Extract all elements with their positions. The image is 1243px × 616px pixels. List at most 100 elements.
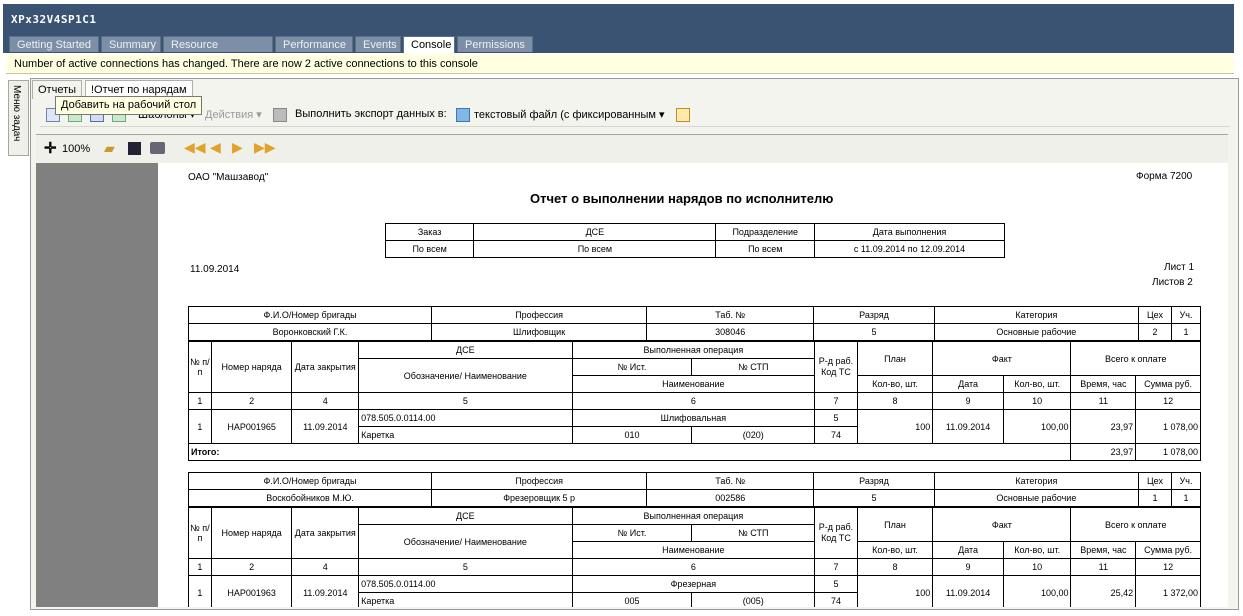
tab-summary[interactable]: Summary	[101, 36, 161, 52]
worker-tab-number: 002586	[646, 489, 815, 507]
col-closed: Дата закрытия	[291, 507, 360, 559]
run-export-icon[interactable]	[676, 108, 690, 122]
total-label: Итого:	[187, 443, 1072, 461]
viewer-toolbar: ✛ 100% ▰ ◀◀ ◀ ▶ ▶▶	[36, 134, 1228, 164]
total-time: 23,97	[1070, 443, 1137, 461]
header-rank: Разряд	[813, 306, 935, 324]
col-fact: Факт	[932, 341, 1072, 376]
col-index: 7	[814, 392, 858, 410]
row-dse-name: Каретка	[358, 592, 573, 607]
export-label: Выполнить экспорт данных в:	[295, 108, 447, 120]
filter-header: ДСЕ	[473, 223, 717, 241]
worker-rank: 5	[813, 323, 935, 341]
row-rank: 5	[814, 575, 858, 593]
col-index: 1	[188, 558, 212, 576]
filter-header: Подразделение	[715, 223, 816, 241]
save-icon[interactable]	[128, 142, 141, 155]
col-index: 11	[1070, 392, 1137, 410]
task-menu-label: Меню задач	[11, 85, 22, 142]
row-fact-qty: 100,00	[1002, 409, 1072, 444]
col-operation: Выполненная операция	[571, 341, 816, 359]
tab-performance[interactable]: Performance	[275, 36, 353, 52]
text-file-icon	[456, 108, 470, 122]
zoom-icon[interactable]: ✛	[44, 139, 57, 157]
organization: ОАО "Машзавод"	[188, 172, 269, 183]
open-folder-icon[interactable]: ▰	[104, 140, 115, 157]
col-rate: Р-д раб. Код ТС	[814, 341, 858, 393]
col-index: 6	[571, 558, 816, 576]
worker-shop: 2	[1138, 323, 1172, 341]
row-fact-date: 11.09.2014	[932, 409, 1004, 444]
header-fio: Ф.И.О/Номер бригады	[187, 306, 433, 324]
worker-category: Основные рабочие	[933, 323, 1140, 341]
tab-getting-started[interactable]: Getting Started	[9, 36, 99, 52]
col-stp: № СТП	[691, 524, 816, 542]
filter-table: Заказ ДСЕ Подразделение Дата выполнения По …	[384, 223, 1005, 258]
col-sum: Сумма руб.	[1135, 375, 1201, 393]
actions-label: Действия	[205, 109, 254, 121]
task-menu-tab[interactable]: Меню задач	[8, 80, 29, 156]
col-index: 1	[188, 392, 212, 410]
print-icon[interactable]	[150, 142, 165, 154]
window-title: XPx32V4SP1C1	[11, 13, 97, 26]
tab-resource-allocation[interactable]: Resource Allocation	[163, 36, 273, 67]
tab-console[interactable]: Console	[403, 36, 455, 53]
col-index: 5	[358, 392, 573, 410]
col-index: 12	[1135, 392, 1201, 410]
total-sum: 1 078,00	[1135, 443, 1201, 461]
col-order: Номер наряда	[210, 341, 293, 393]
actions-menu[interactable]: Действия ▾	[205, 108, 262, 121]
col-sum: Сумма руб.	[1135, 541, 1201, 559]
sheet-number: Лист 1	[1164, 262, 1195, 273]
first-page-icon[interactable]: ◀◀	[184, 139, 206, 156]
row-closed: 11.09.2014	[291, 575, 360, 607]
col-time: Время, час	[1070, 541, 1137, 559]
col-fact-date: Дата	[932, 375, 1004, 393]
col-index: 8	[856, 392, 934, 410]
worker-block: Ф.И.О/Номер бригады Профессия Таб. № Раз…	[187, 306, 1201, 341]
tab-permissions[interactable]: Permissions	[457, 36, 533, 52]
row-plan-qty: 100	[856, 575, 934, 607]
report-date: 11.09.2014	[190, 264, 240, 275]
row-dse-code: 078.505.0.0114.00	[358, 575, 573, 593]
row-fact-date: 11.09.2014	[932, 575, 1004, 607]
tooltip: Добавить на рабочий стол	[55, 96, 203, 115]
next-page-icon[interactable]: ▶	[232, 139, 243, 156]
row-stp: (005)	[691, 592, 816, 607]
report-title: Отчет о выполнении нарядов по исполнител…	[530, 191, 834, 206]
export-format-value: текстовый файл (с фиксированным	[474, 109, 656, 121]
filter-value: По всем	[715, 240, 816, 258]
col-source: № Ист.	[571, 524, 693, 542]
title-bar: XPx32V4SP1C1	[3, 4, 1234, 36]
worker-section: 1	[1171, 323, 1201, 341]
col-index: 10	[1002, 392, 1072, 410]
col-number: № п/п	[188, 507, 212, 559]
header-shop: Цех	[1138, 472, 1172, 490]
report-toolbar: Шаблоны ▾ Действия ▾ Выполнить экспорт д…	[40, 104, 1230, 127]
col-plan: План	[856, 341, 934, 376]
col-stp: № СТП	[691, 358, 816, 376]
col-index: 4	[291, 392, 360, 410]
col-time: Время, час	[1070, 375, 1137, 393]
row-source: 010	[571, 426, 693, 444]
filter-value: с 11.09.2014 по 12.09.2014	[814, 240, 1005, 258]
row-operation: Фрезерная	[571, 575, 816, 593]
tab-events[interactable]: Events	[355, 36, 401, 52]
col-fact-date: Дата	[932, 541, 1004, 559]
worker-profession: Фрезеровщик 5 р	[431, 489, 648, 507]
worker-category: Основные рабочие	[933, 489, 1140, 507]
prev-page-icon[interactable]: ◀	[210, 139, 221, 156]
col-index: 8	[856, 558, 934, 576]
col-plan-qty: Кол-во, шт.	[856, 541, 934, 559]
col-fact-qty: Кол-во, шт.	[1002, 541, 1072, 559]
col-operation: Выполненная операция	[571, 507, 816, 525]
last-page-icon[interactable]: ▶▶	[254, 139, 276, 156]
export-format-select[interactable]: текстовый файл (с фиксированным ▾	[474, 108, 665, 121]
row-dse-code: 078.505.0.0114.00	[358, 409, 573, 427]
row-sum: 1 372,00	[1135, 575, 1201, 607]
header-category: Категория	[933, 306, 1140, 324]
header-shop: Цех	[1138, 306, 1172, 324]
col-plan: План	[856, 507, 934, 542]
report-viewer[interactable]: ОАО "Машзавод" Форма 7200 Отчет о выполн…	[36, 163, 1228, 607]
col-pay: Всего к оплате	[1070, 341, 1201, 376]
